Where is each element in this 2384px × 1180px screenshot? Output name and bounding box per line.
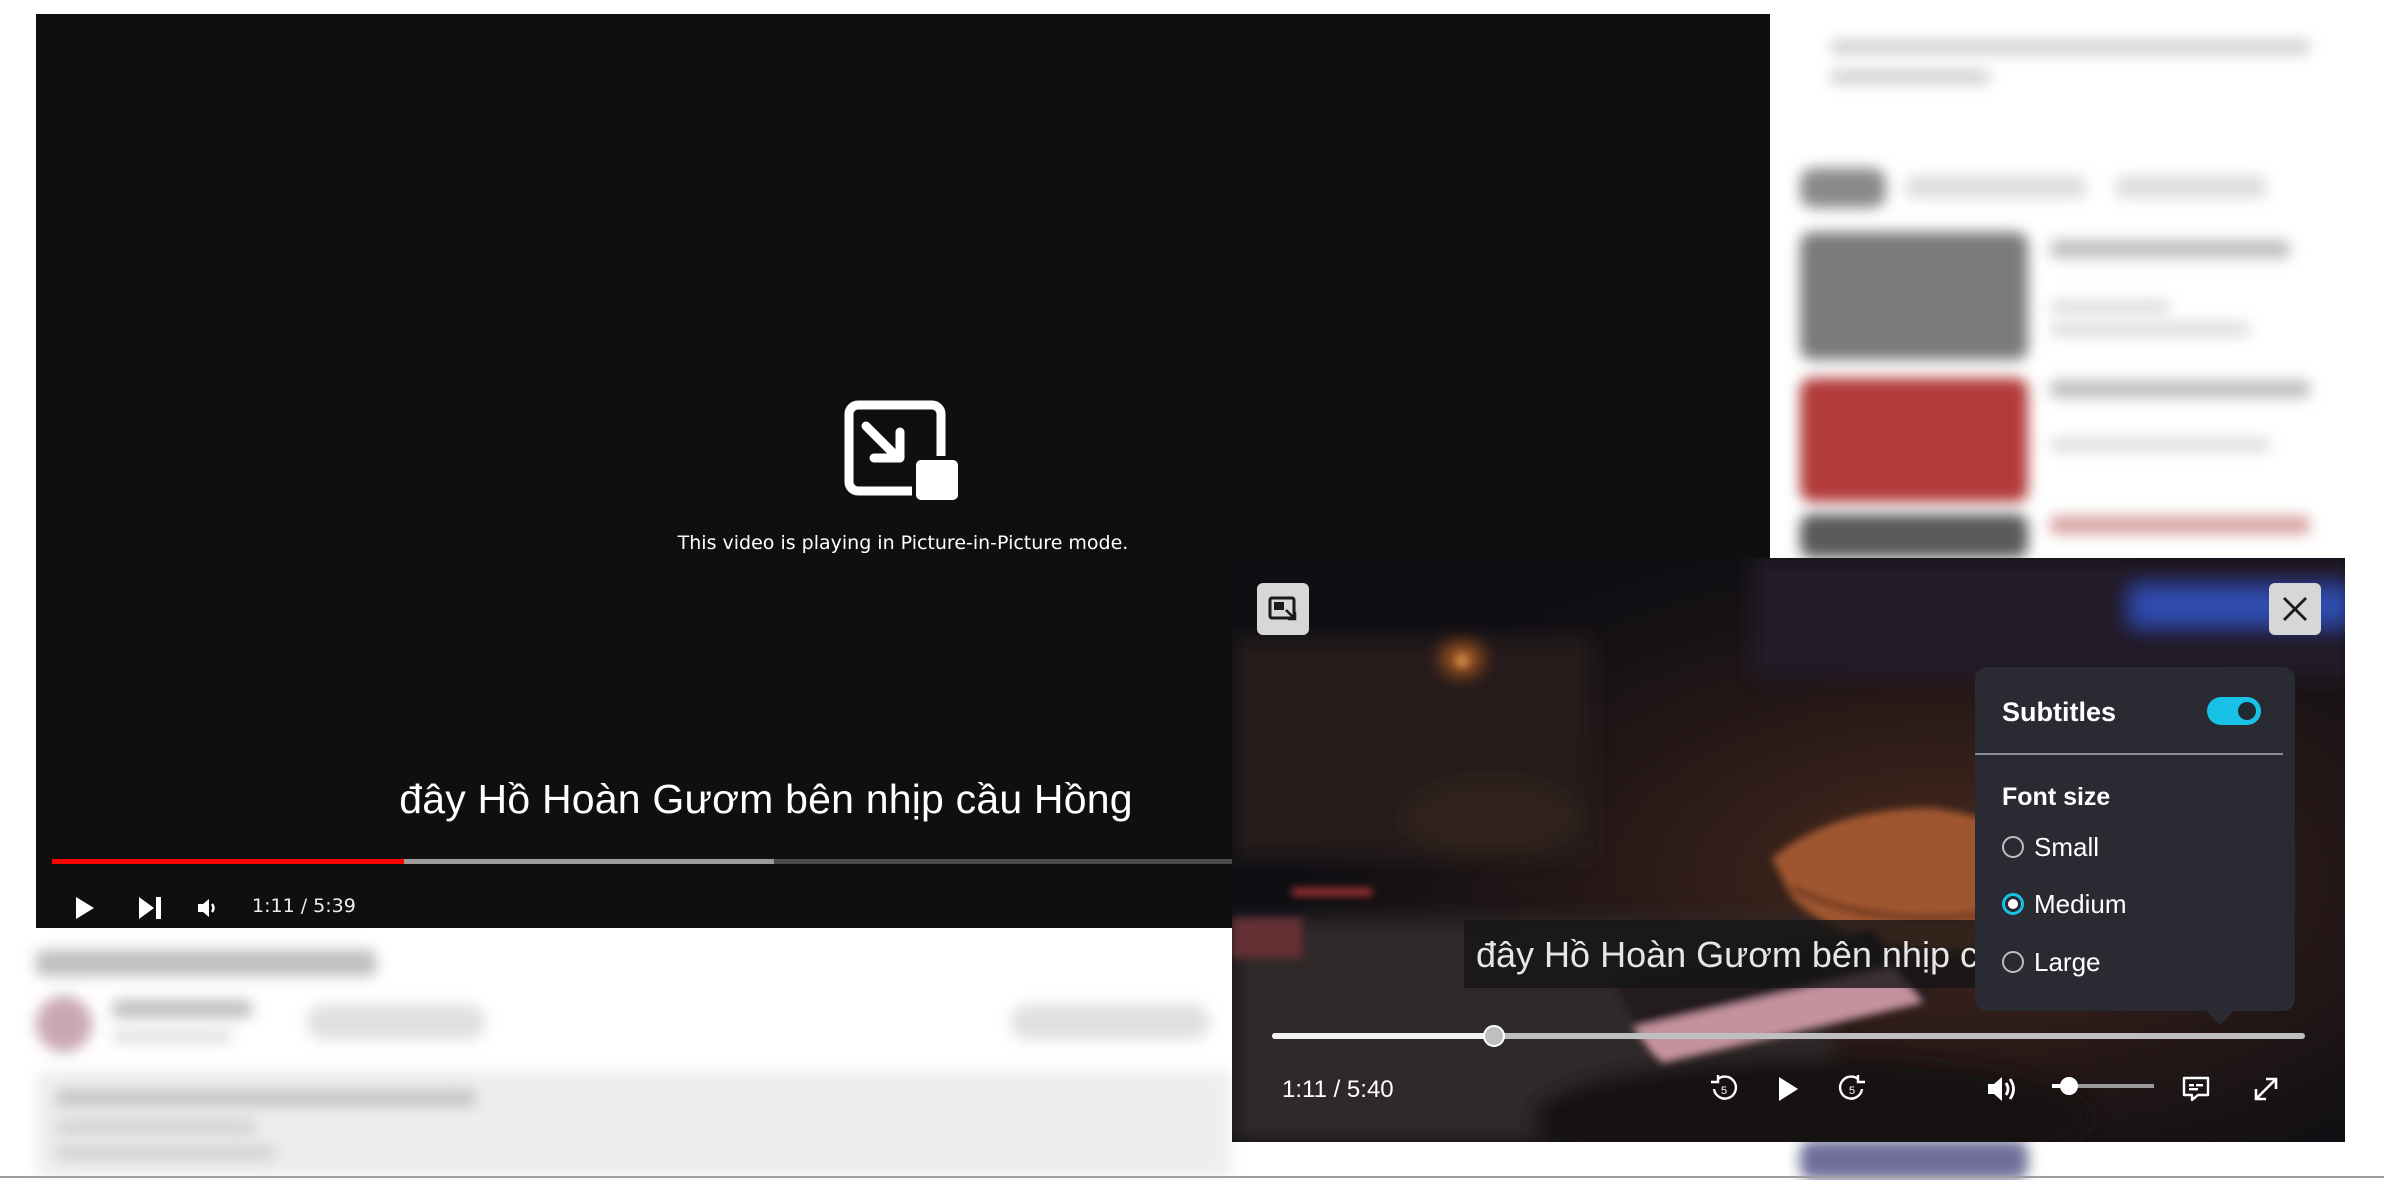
pip-mode-message: This video is playing in Picture-in-Pict… — [677, 532, 1129, 554]
rewind-5-button[interactable]: 5 — [1698, 1063, 1750, 1115]
subtitles-menu: Subtitles Font size Small Medium Large — [1975, 667, 2295, 1025]
pip-seek-bar[interactable] — [1272, 1025, 2305, 1047]
volume-icon — [1988, 1077, 2015, 1101]
main-mute-button[interactable] — [186, 886, 230, 928]
next-icon — [139, 897, 161, 919]
subtitles-menu-title: Subtitles — [2002, 697, 2117, 727]
subtitles-icon — [2182, 1076, 2210, 1102]
svg-text:5: 5 — [1849, 1085, 1855, 1097]
font-size-label: Font size — [2002, 783, 2111, 811]
pip-close-button[interactable] — [2269, 583, 2321, 635]
menu-divider — [1975, 753, 2283, 755]
close-icon — [2283, 597, 2307, 621]
picture-in-picture-icon — [844, 400, 962, 504]
main-play-button[interactable] — [62, 886, 106, 928]
font-size-large-label: Large — [2034, 946, 2101, 977]
radio-medium[interactable] — [2002, 893, 2024, 915]
pip-time-display: 1:11 / 5:40 — [1282, 1076, 1394, 1103]
forward-5-icon: 5 — [1838, 1075, 1865, 1100]
main-played-bar — [52, 859, 405, 864]
subtitles-toggle[interactable] — [2207, 697, 2261, 725]
play-icon — [1779, 1077, 1798, 1101]
pip-subtitle-caption: đây Hồ Hoàn Gươm bên nhịp cầu Hồng — [1476, 934, 1984, 975]
subtitles-button[interactable] — [2170, 1063, 2222, 1115]
radio-small[interactable] — [2002, 836, 2024, 858]
volume-icon — [198, 899, 215, 917]
radio-large[interactable] — [2002, 951, 2024, 973]
pip-mute-button[interactable] — [1976, 1063, 2028, 1115]
volume-slider[interactable] — [2052, 1077, 2154, 1095]
seek-handle[interactable] — [1483, 1025, 1506, 1047]
svg-text:5: 5 — [1721, 1085, 1727, 1097]
back-to-tab-icon — [1268, 596, 1297, 621]
pip-window[interactable]: đây Hồ Hoàn Gươm bên nhịp cầu Hồng Subti… — [1232, 558, 2345, 1142]
main-next-button[interactable] — [128, 886, 172, 928]
font-size-small-label: Small — [2034, 831, 2100, 862]
rewind-5-icon: 5 — [1711, 1075, 1738, 1100]
pip-subtitle-box: đây Hồ Hoàn Gươm bên nhịp cầu Hồng — [1464, 920, 1984, 988]
font-size-large-option[interactable]: Large — [2002, 942, 2101, 982]
fullscreen-button[interactable] — [2240, 1063, 2292, 1115]
pip-play-button[interactable] — [1761, 1063, 1813, 1115]
font-size-small-option[interactable]: Small — [2002, 827, 2099, 867]
forward-5-button[interactable]: 5 — [1826, 1063, 1878, 1115]
play-icon — [76, 897, 94, 919]
main-time-display: 1:11 / 5:39 — [252, 895, 356, 917]
font-size-medium-label: Medium — [2034, 888, 2127, 919]
back-to-tab-button[interactable] — [1257, 583, 1309, 635]
font-size-medium-option[interactable]: Medium — [2002, 884, 2126, 924]
fullscreen-icon — [2254, 1077, 2278, 1101]
